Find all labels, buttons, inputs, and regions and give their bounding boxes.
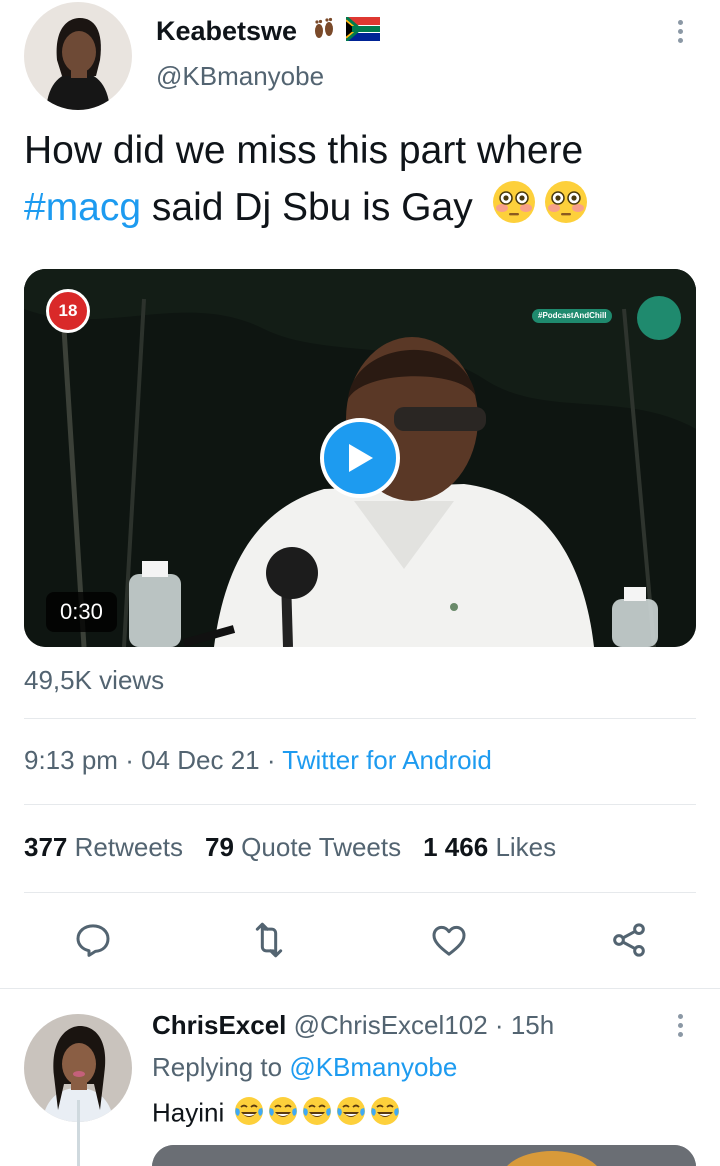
flushed-face-emoji xyxy=(490,178,538,241)
south-africa-flag-emoji xyxy=(345,16,381,48)
divider xyxy=(24,892,696,893)
dot xyxy=(677,1014,683,1019)
reply-text: Hayini xyxy=(152,1095,401,1134)
likes-count: 1 466 xyxy=(423,832,489,862)
quotes-stat[interactable]: 79 Quote Tweets xyxy=(205,832,401,862)
play-button[interactable] xyxy=(320,418,400,498)
like-icon xyxy=(432,925,466,956)
replying-handle-link[interactable]: @KBmanyobe xyxy=(289,1052,457,1082)
share-button[interactable] xyxy=(604,915,654,965)
divider xyxy=(24,718,696,719)
reply-text-body: Hayini xyxy=(152,1097,225,1128)
reply-age[interactable]: 15h xyxy=(511,1010,554,1040)
tweet-action-bar xyxy=(0,915,720,965)
section-divider xyxy=(0,988,720,989)
meta-separator: · xyxy=(266,745,276,775)
tears-of-joy-emoji xyxy=(267,1095,299,1134)
reply-separator: · xyxy=(494,1010,504,1040)
dot xyxy=(677,20,683,25)
dot xyxy=(677,1032,683,1037)
reply-icon xyxy=(76,924,110,957)
video-player[interactable]: 18 #PodcastAndChill 0:30 xyxy=(24,269,696,647)
dot xyxy=(677,29,683,34)
tears-of-joy-emoji xyxy=(301,1095,333,1134)
reply-button[interactable] xyxy=(68,915,118,965)
reply-author-name[interactable]: ChrisExcel xyxy=(152,1010,286,1040)
podcast-logo xyxy=(637,296,681,340)
retweets-count: 377 xyxy=(24,832,68,862)
age-restriction-badge: 18 xyxy=(46,289,90,333)
tweet-text-part2: said Dj Sbu is Gay xyxy=(141,185,473,229)
tears-of-joy-emoji xyxy=(335,1095,367,1134)
tweet-text: How did we miss this part where #macg sa… xyxy=(24,124,704,241)
replying-label: Replying to xyxy=(152,1052,283,1082)
reply-emojis xyxy=(231,1097,401,1127)
quotes-count: 79 xyxy=(205,832,234,862)
tweet-source-link[interactable]: Twitter for Android xyxy=(282,745,492,775)
reply-header: ChrisExcel @ChrisExcel102 · 15h xyxy=(152,1010,554,1041)
footprints-emoji xyxy=(311,16,337,49)
tweet-date[interactable]: 04 Dec 21 xyxy=(141,745,260,775)
author-handle[interactable]: @KBmanyobe xyxy=(156,61,324,92)
meta-separator: · xyxy=(125,745,134,775)
like-button[interactable] xyxy=(424,915,474,965)
view-count: 49,5K views xyxy=(24,665,165,695)
video-duration: 0:30 xyxy=(46,592,117,632)
retweet-button[interactable] xyxy=(244,915,294,965)
reply-author-handle[interactable]: @ChrisExcel102 xyxy=(294,1010,488,1040)
flushed-face-emoji xyxy=(542,178,590,241)
tears-of-joy-emoji xyxy=(233,1095,265,1134)
reply-media-thumbnail xyxy=(152,1145,696,1166)
dot xyxy=(677,1023,683,1028)
share-icon xyxy=(613,923,645,957)
tweet-text-part1: How did we miss this part where xyxy=(24,129,584,172)
likes-stat[interactable]: 1 466 Likes xyxy=(423,832,556,862)
more-options-icon[interactable] xyxy=(674,20,686,43)
tweet-stats: 377 Retweets 79 Quote Tweets 1 466 Likes xyxy=(24,832,556,863)
tears-of-joy-emoji xyxy=(369,1095,401,1134)
divider xyxy=(24,804,696,805)
replying-to: Replying to @KBmanyobe xyxy=(152,1052,457,1083)
tweet-time[interactable]: 9:13 pm xyxy=(24,745,118,775)
podcast-watermark: #PodcastAndChill xyxy=(532,309,613,323)
reply-media-preview[interactable] xyxy=(152,1145,696,1166)
dot xyxy=(677,38,683,43)
retweets-label: Retweets xyxy=(74,832,184,862)
author-name[interactable]: Keabetswe xyxy=(156,16,381,49)
retweets-stat[interactable]: 377 Retweets xyxy=(24,832,183,862)
thread-line xyxy=(77,1100,80,1166)
hashtag-link[interactable]: #macg xyxy=(24,186,141,229)
tweet-meta: 9:13 pm · 04 Dec 21 · Twitter for Androi… xyxy=(24,745,492,776)
quotes-label: Quote Tweets xyxy=(241,832,402,862)
likes-label: Likes xyxy=(495,832,557,862)
retweet-icon xyxy=(255,922,283,958)
play-icon xyxy=(349,444,373,472)
author-avatar[interactable] xyxy=(24,2,132,110)
author-name-text[interactable]: Keabetswe xyxy=(156,16,297,46)
reply-more-options-icon[interactable] xyxy=(674,1014,686,1037)
